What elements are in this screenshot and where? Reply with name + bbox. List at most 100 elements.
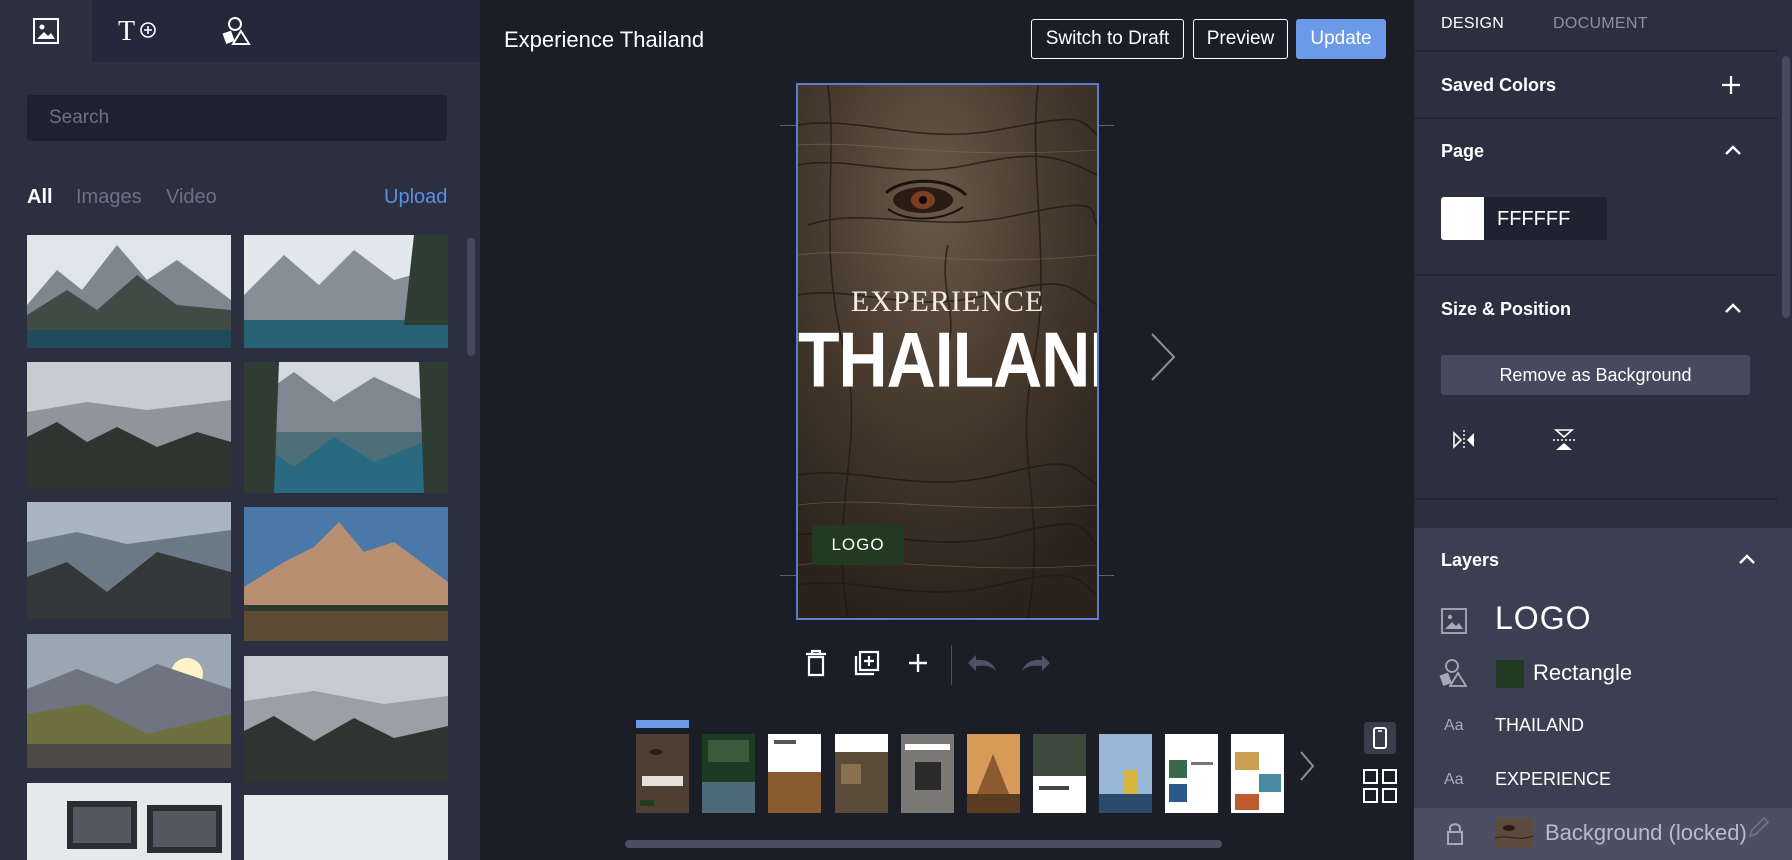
- page-thumbnail[interactable]: [702, 734, 755, 813]
- preview-button[interactable]: Preview: [1193, 19, 1288, 59]
- toolbar-divider: [951, 645, 952, 685]
- layer-logo[interactable]: LOGO: [1414, 594, 1792, 646]
- layer-thumbnail: [1495, 818, 1533, 848]
- page-guide: [780, 575, 796, 576]
- layers-title: Layers: [1441, 550, 1500, 570]
- svg-text:T: T: [118, 16, 135, 46]
- grid-view-button[interactable]: [1362, 768, 1398, 804]
- redo-button[interactable]: [1019, 646, 1053, 680]
- page-thumbnail[interactable]: [1231, 734, 1284, 813]
- upload-link[interactable]: Upload: [384, 186, 447, 209]
- layer-label: LOGO: [1495, 600, 1592, 636]
- layer-label: Rectangle: [1533, 660, 1633, 685]
- image-thumbnail[interactable]: [27, 362, 231, 489]
- redo-icon: [1022, 655, 1050, 671]
- chevron-up-icon[interactable]: [1738, 553, 1756, 565]
- plus-icon: [909, 654, 927, 672]
- left-tab-bar: T: [0, 0, 480, 62]
- image-thumbnail[interactable]: [27, 783, 231, 860]
- page-thumbnail[interactable]: [901, 734, 954, 813]
- shape-layer-icon: [1439, 659, 1468, 687]
- filter-all[interactable]: All: [27, 186, 53, 209]
- divider: [1414, 274, 1778, 276]
- layer-thailand[interactable]: Aa THAILAND: [1414, 701, 1792, 753]
- right-panel-scrollbar[interactable]: [1782, 56, 1790, 318]
- active-page-indicator: [636, 720, 689, 728]
- page-color-value[interactable]: FFFFFF: [1497, 208, 1570, 231]
- page-color-field[interactable]: FFFFFF: [1441, 197, 1607, 240]
- page-section-title: Page: [1441, 141, 1485, 161]
- chevron-up-icon[interactable]: [1724, 302, 1742, 314]
- canvas-logo-box[interactable]: LOGO: [812, 525, 904, 565]
- filter-video[interactable]: Video: [166, 186, 217, 209]
- image-thumbnail[interactable]: [244, 235, 448, 348]
- page-thumbnail[interactable]: [835, 734, 888, 813]
- image-thumbnail[interactable]: [27, 235, 231, 348]
- layer-label: Background (locked): [1545, 820, 1747, 845]
- image-thumbnail[interactable]: [244, 656, 448, 782]
- image-thumbnail[interactable]: [27, 634, 231, 768]
- left-panel: T All Images Video Upload: [0, 0, 480, 860]
- page-thumbnail[interactable]: [768, 734, 821, 813]
- left-panel-scrollbar[interactable]: [467, 238, 475, 356]
- add-text-icon: T: [118, 16, 156, 46]
- page-thumbnail[interactable]: [1165, 734, 1218, 813]
- delete-button[interactable]: [799, 646, 833, 680]
- image-thumbnail[interactable]: [244, 507, 448, 641]
- add-color-icon[interactable]: [1720, 74, 1742, 96]
- trash-icon: [806, 649, 826, 677]
- layer-experience[interactable]: Aa EXPERIENCE: [1414, 755, 1792, 807]
- undo-button[interactable]: [965, 646, 999, 680]
- divider: [1414, 498, 1778, 500]
- undo-icon: [968, 655, 996, 671]
- page-guide: [1098, 125, 1114, 126]
- tab-images[interactable]: [0, 0, 92, 62]
- tab-text[interactable]: T: [92, 0, 184, 62]
- layer-background[interactable]: Background (locked): [1414, 808, 1792, 860]
- layer-color-swatch: [1496, 660, 1524, 688]
- duplicate-icon: [854, 650, 880, 676]
- thumbnails-next-icon[interactable]: [1298, 749, 1316, 783]
- layer-label: THAILAND: [1495, 715, 1585, 735]
- image-icon: [33, 18, 59, 44]
- filter-images[interactable]: Images: [76, 186, 142, 209]
- canvas-text-thailand[interactable]: THAILAND: [798, 315, 1097, 405]
- canvas-text-experience[interactable]: EXPERIENCE: [798, 285, 1097, 319]
- document-title: Experience Thailand: [504, 27, 705, 52]
- divider: [1414, 117, 1778, 119]
- page-thumbnail[interactable]: [1099, 734, 1152, 813]
- layer-label: EXPERIENCE: [1495, 769, 1612, 789]
- tab-design[interactable]: DESIGN: [1441, 15, 1504, 33]
- chevron-right-icon[interactable]: [1148, 330, 1178, 384]
- page-thumbnail[interactable]: [636, 734, 689, 813]
- page-color-swatch[interactable]: [1441, 197, 1484, 240]
- mobile-view-button[interactable]: [1364, 722, 1396, 754]
- layers-panel: Layers LOGO Rectangle Aa THAILAND Aa EXP…: [1414, 528, 1792, 860]
- page-guide: [1098, 575, 1114, 576]
- chevron-up-icon[interactable]: [1724, 144, 1742, 156]
- edit-icon[interactable]: [1744, 812, 1774, 842]
- image-thumbnail[interactable]: [244, 362, 448, 493]
- story-canvas[interactable]: EXPERIENCE THAILAND LOGO: [796, 83, 1099, 620]
- page-thumbnail[interactable]: [1033, 734, 1086, 813]
- size-position-title: Size & Position: [1441, 299, 1572, 319]
- tab-document[interactable]: DOCUMENT: [1553, 15, 1648, 33]
- flip-horizontal-icon[interactable]: [1451, 428, 1477, 452]
- page-thumbnail[interactable]: [967, 734, 1020, 813]
- thumbnails-scrollbar[interactable]: [625, 840, 1222, 848]
- remove-as-background-button[interactable]: Remove as Background: [1441, 355, 1750, 395]
- flip-vertical-icon[interactable]: [1551, 427, 1577, 453]
- lock-icon[interactable]: [1446, 822, 1464, 846]
- page-guide: [780, 125, 796, 126]
- duplicate-button[interactable]: [850, 646, 884, 680]
- search-input[interactable]: [27, 95, 447, 141]
- image-thumbnail[interactable]: [244, 795, 448, 860]
- update-button[interactable]: Update: [1296, 19, 1386, 59]
- add-page-button[interactable]: [901, 646, 935, 680]
- phone-icon: [1373, 727, 1387, 749]
- layer-rectangle[interactable]: Rectangle: [1414, 647, 1792, 699]
- image-thumbnail[interactable]: [27, 502, 231, 619]
- saved-colors-title: Saved Colors: [1441, 75, 1557, 95]
- tab-elements[interactable]: [191, 0, 283, 62]
- switch-to-draft-button[interactable]: Switch to Draft: [1031, 19, 1184, 59]
